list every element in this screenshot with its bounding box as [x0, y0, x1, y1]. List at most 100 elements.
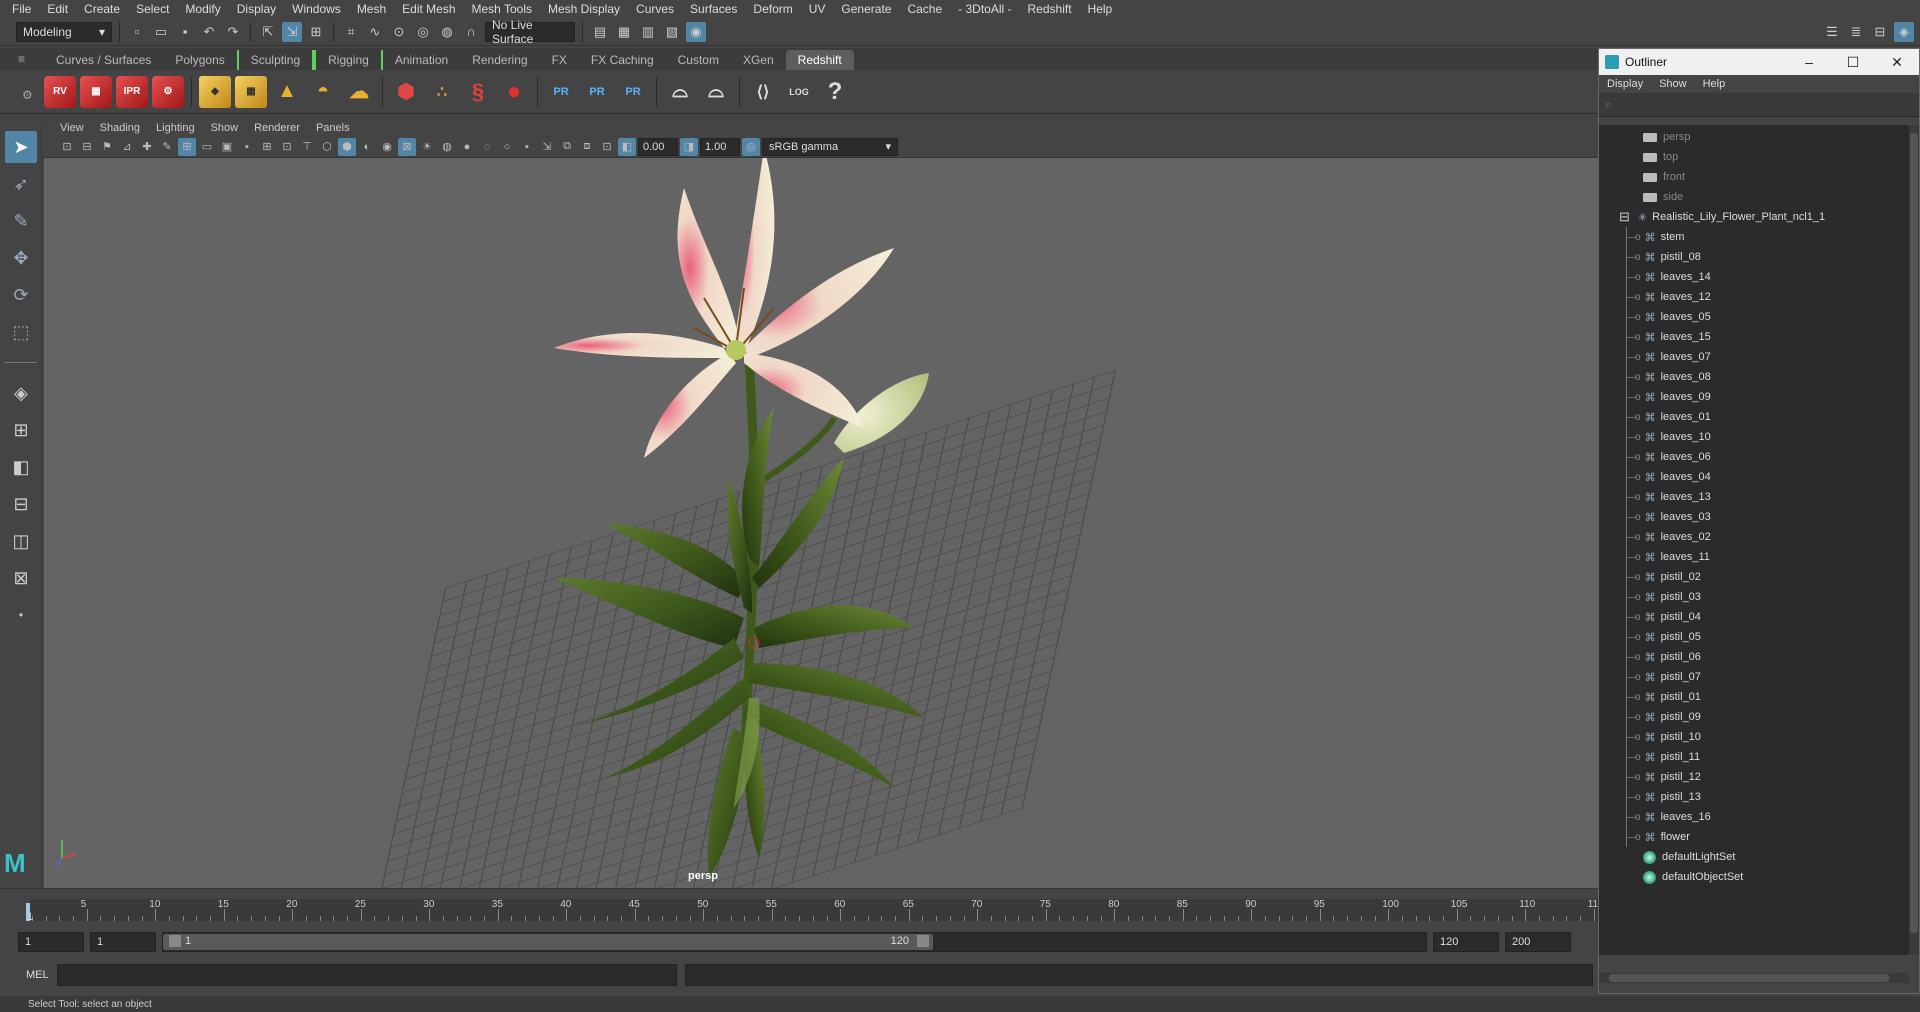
- move-tool-icon[interactable]: ✥: [5, 242, 37, 274]
- end-time-field[interactable]: 200: [1505, 932, 1571, 952]
- image-plane-icon[interactable]: ⊿: [118, 138, 136, 156]
- safe-title-icon[interactable]: ⊤: [298, 138, 316, 156]
- outliner-mesh-item[interactable]: —o ⌘ leaves_16: [1627, 807, 1909, 827]
- redshift-settings-button[interactable]: ⚙: [152, 75, 184, 108]
- shelf-menu-icon[interactable]: ≡: [18, 52, 25, 66]
- tool-settings-icon[interactable]: ≣: [1846, 22, 1866, 42]
- outliner-vertical-scrollbar[interactable]: [1909, 125, 1919, 955]
- use-all-lights-icon[interactable]: ⊠: [398, 137, 416, 156]
- shelf-tab-polygons[interactable]: Polygons: [163, 50, 236, 70]
- paint-select-tool-icon[interactable]: ✎: [5, 205, 37, 237]
- resolution-gate-icon[interactable]: ▣: [218, 138, 236, 156]
- menu-edit-mesh[interactable]: Edit Mesh: [394, 2, 463, 16]
- outliner-mesh-item[interactable]: —o ⌘ pistil_01: [1627, 687, 1909, 707]
- range-slider[interactable]: 1 120: [162, 932, 1427, 952]
- persp-graph-layout-icon[interactable]: ⊟: [5, 488, 37, 520]
- range-start-grip[interactable]: [169, 935, 181, 947]
- render-view-icon[interactable]: ▧: [662, 22, 682, 42]
- outliner-mesh-item[interactable]: —o ⌘ leaves_02: [1627, 527, 1909, 547]
- collapse-icon[interactable]: ⊟: [1619, 209, 1630, 225]
- shelf-tab-custom[interactable]: Custom: [666, 50, 731, 70]
- toggle-hud-icon[interactable]: ⊡: [598, 138, 616, 156]
- outliner-mesh-item[interactable]: —o ⌘ leaves_01: [1627, 407, 1909, 427]
- snap-magnet-icon[interactable]: ∩: [461, 22, 481, 42]
- outliner-mesh-item[interactable]: —o ⌘ leaves_04: [1627, 467, 1909, 487]
- shelf-tab-rendering[interactable]: Rendering: [460, 50, 539, 70]
- field-chart-icon[interactable]: ⊞: [258, 138, 276, 156]
- persp-outliner-layout-icon[interactable]: ◧: [5, 451, 37, 483]
- wireframe-on-shaded-icon[interactable]: ◐: [358, 138, 376, 156]
- outliner-horizontal-scrollbar[interactable]: [1599, 973, 1909, 983]
- modeling-toolkit-icon[interactable]: ◈: [1894, 21, 1914, 42]
- isolate-select-icon[interactable]: ▪: [518, 138, 536, 156]
- outliner-mesh-item[interactable]: —o ⌘ leaves_07: [1627, 347, 1909, 367]
- menu-cache[interactable]: Cache: [899, 2, 950, 16]
- open-scene-icon[interactable]: ▭: [151, 22, 171, 42]
- outliner-menu-show[interactable]: Show: [1659, 78, 1687, 90]
- textured-icon[interactable]: ◉: [378, 138, 396, 156]
- shelf-tab-fx[interactable]: FX: [540, 50, 579, 70]
- range-end-grip[interactable]: [917, 935, 929, 947]
- scrollbar-thumb[interactable]: [1910, 133, 1918, 933]
- layout-options-icon[interactable]: •: [5, 599, 37, 631]
- safe-action-icon[interactable]: ⊡: [278, 138, 296, 156]
- snap-surface-icon[interactable]: ◍: [437, 22, 457, 42]
- shelf-tab-animation[interactable]: Animation: [383, 50, 460, 70]
- menu-mesh-tools[interactable]: Mesh Tools: [464, 2, 540, 16]
- outliner-mesh-item[interactable]: —o ⌘ leaves_09: [1627, 387, 1909, 407]
- xray-joints-icon[interactable]: ⧉: [558, 138, 576, 156]
- area-light-button[interactable]: ◆: [199, 75, 231, 108]
- outliner-camera-item[interactable]: persp: [1599, 127, 1909, 147]
- camera-select-icon[interactable]: ⊡: [58, 138, 76, 156]
- dome-light-button[interactable]: ◓: [307, 76, 339, 108]
- material-sphere-button[interactable]: ●: [498, 76, 530, 108]
- snap-grid-icon[interactable]: ⌗: [341, 22, 361, 42]
- menu-help[interactable]: Help: [1080, 2, 1121, 16]
- shelf-tab-curves-surfaces[interactable]: Curves / Surfaces: [44, 50, 163, 70]
- portal-light-button[interactable]: ▦: [235, 75, 267, 108]
- outliner-mesh-item[interactable]: —o ⌘ flower: [1627, 827, 1909, 847]
- ies-light-button[interactable]: ▲: [271, 76, 303, 108]
- outliner-mesh-item[interactable]: —o ⌘ leaves_08: [1627, 367, 1909, 387]
- undo-icon[interactable]: ↶: [199, 22, 219, 42]
- ambient-occlusion-icon[interactable]: ◍: [438, 138, 456, 156]
- grid-icon[interactable]: ⊞: [178, 137, 196, 156]
- outliner-mesh-item[interactable]: —o ⌘ pistil_10: [1627, 727, 1909, 747]
- attribute-editor-icon[interactable]: ☰: [1822, 22, 1842, 42]
- menu-surfaces[interactable]: Surfaces: [682, 2, 745, 16]
- view-transform-dropdown[interactable]: sRGB gamma ▾: [762, 137, 898, 156]
- anti-aliasing-icon[interactable]: ◌: [478, 138, 496, 156]
- gamma-icon[interactable]: ◨: [680, 137, 698, 156]
- menu-uv[interactable]: UV: [801, 2, 834, 16]
- outliner-mesh-item[interactable]: —o ⌘ leaves_11: [1627, 547, 1909, 567]
- motion-blur-icon[interactable]: ●: [458, 138, 476, 156]
- menu-modify[interactable]: Modify: [177, 2, 228, 16]
- outliner-menu-help[interactable]: Help: [1703, 78, 1726, 90]
- redo-icon[interactable]: ↷: [223, 22, 243, 42]
- hypershade-icon[interactable]: ◉: [686, 21, 706, 42]
- proxy-button[interactable]: ⬢: [390, 76, 422, 108]
- close-icon[interactable]: ✕: [1875, 54, 1919, 71]
- post-effects-button[interactable]: PR: [545, 76, 577, 108]
- command-language-label[interactable]: MEL: [26, 969, 49, 981]
- outliner-title-bar[interactable]: Outliner – ☐ ✕: [1599, 49, 1919, 75]
- redshift-render-frame-button[interactable]: ▦: [80, 75, 112, 108]
- panel-menu-view[interactable]: View: [52, 122, 92, 134]
- time-ruler[interactable]: 5 10 15 20 25 30 35 40 45 50 55 60 65 70 75 80 85 90 95 100…: [30, 899, 1604, 921]
- menu-mesh-display[interactable]: Mesh Display: [540, 2, 628, 16]
- four-view-layout-icon[interactable]: ⊞: [5, 414, 37, 446]
- select-component-icon[interactable]: ⊞: [306, 22, 326, 42]
- time-slider[interactable]: 5 10 15 20 25 30 35 40 45 50 55 60 65 70 75 80 85 90 95 100…: [0, 888, 1604, 923]
- channel-box-icon[interactable]: ⊟: [1870, 22, 1890, 42]
- shadows-icon[interactable]: ☀: [418, 138, 436, 156]
- command-input[interactable]: [56, 964, 677, 986]
- panel-menu-show[interactable]: Show: [203, 122, 247, 134]
- script-editor-button[interactable]: ⟨⟩: [747, 76, 779, 108]
- render-settings-icon[interactable]: ▤: [590, 22, 610, 42]
- bake-button[interactable]: ⌓: [664, 76, 696, 108]
- hypershade-layout-icon[interactable]: ◫: [5, 525, 37, 557]
- outliner-menu-display[interactable]: Display: [1607, 78, 1643, 90]
- outliner-mesh-item[interactable]: —o ⌘ pistil_11: [1627, 747, 1909, 767]
- outliner-mesh-item[interactable]: —o ⌘ pistil_02: [1627, 567, 1909, 587]
- menu-redshift[interactable]: Redshift: [1020, 2, 1080, 16]
